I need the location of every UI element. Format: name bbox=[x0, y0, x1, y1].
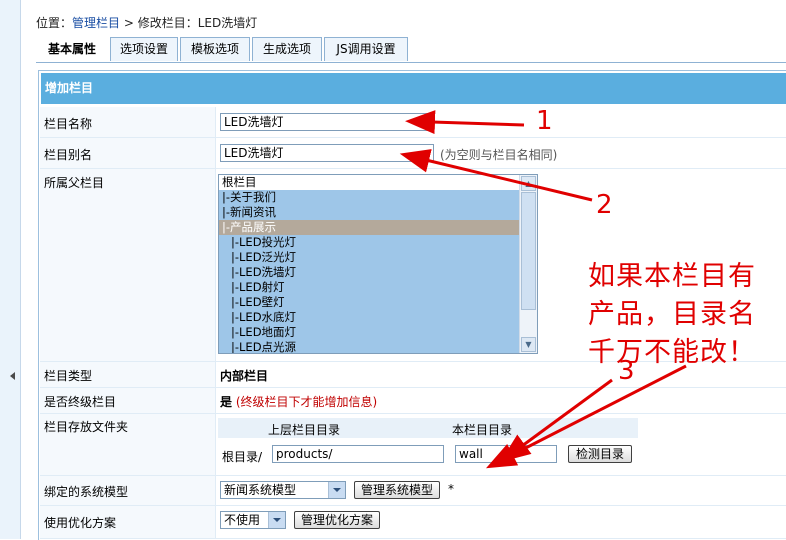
parent-option[interactable]: |-LED洗墙灯 bbox=[219, 265, 537, 280]
label-model: 绑定的系统模型 bbox=[44, 485, 129, 499]
check-dir-button[interactable]: 检测目录 bbox=[568, 445, 632, 463]
annotation-2: 2 bbox=[596, 190, 613, 220]
parent-option[interactable]: |-LED壁灯 bbox=[219, 295, 537, 310]
parent-option[interactable]: |-LED投光灯 bbox=[219, 235, 537, 250]
breadcrumb: 位置：管理栏目 > 修改栏目：LED洗墙灯 bbox=[36, 14, 257, 31]
parent-listbox[interactable]: 根栏目 |-关于我们 |-新闻资讯 |-产品展示 |-LED投光灯 |-LED泛光灯 |-L… bbox=[218, 174, 538, 354]
breadcrumb-link[interactable]: 管理栏目 bbox=[72, 16, 120, 30]
scroll-down-icon[interactable]: ▼ bbox=[521, 337, 536, 352]
parent-option[interactable]: |-关于我们 bbox=[219, 190, 537, 205]
name-input[interactable]: LED洗墙灯 bbox=[220, 113, 434, 131]
chevron-down-icon[interactable] bbox=[268, 512, 285, 528]
annotation-1: 1 bbox=[536, 106, 553, 136]
final-note: (终级栏目下才能增加信息) bbox=[235, 395, 378, 409]
type-value: 内部栏目 bbox=[220, 369, 269, 383]
folder-header: 上层栏目目录 本栏目目录 bbox=[218, 418, 638, 438]
col-parent-dir: 上层栏目目录 bbox=[268, 423, 341, 437]
root-dir-label: 根目录/ bbox=[222, 450, 263, 464]
parent-dir-input[interactable]: products/ bbox=[272, 445, 444, 463]
chevron-down-icon[interactable] bbox=[328, 482, 345, 498]
alias-hint: (为空则与栏目名相同) bbox=[440, 148, 558, 162]
label-folder: 栏目存放文件夹 bbox=[44, 420, 129, 434]
label-optimize: 使用优化方案 bbox=[44, 516, 117, 530]
label-type: 栏目类型 bbox=[44, 369, 93, 383]
tab-basic[interactable]: 基本属性 bbox=[36, 37, 108, 63]
panel-title: 增加栏目 bbox=[41, 73, 786, 104]
parent-option[interactable]: |-LED地面灯 bbox=[219, 325, 537, 340]
parent-option[interactable]: |-新闻资讯 bbox=[219, 205, 537, 220]
alias-input[interactable]: LED洗墙灯 bbox=[220, 144, 434, 162]
tab-divider bbox=[36, 62, 786, 63]
row-optimize: 使用优化方案 bbox=[40, 506, 786, 539]
parent-option[interactable]: |-LED泛光灯 bbox=[219, 250, 537, 265]
label-parent: 所属父栏目 bbox=[44, 176, 105, 190]
this-dir-input[interactable]: wall bbox=[455, 445, 557, 463]
model-selected: 新闻系统模型 bbox=[224, 483, 297, 497]
tab-js[interactable]: JS调用设置 bbox=[324, 37, 408, 61]
label-name: 栏目名称 bbox=[44, 117, 93, 131]
parent-options: 根栏目 |-关于我们 |-新闻资讯 |-产品展示 |-LED投光灯 |-LED泛光灯 |-L… bbox=[219, 175, 537, 353]
annotation-note: 如果本栏目有产品，目录名千万不能改！ bbox=[588, 261, 756, 368]
label-final: 是否终级栏目 bbox=[44, 395, 117, 409]
model-select[interactable]: 新闻系统模型 bbox=[220, 481, 346, 499]
manage-optimize-button[interactable]: 管理优化方案 bbox=[294, 511, 380, 529]
tab-options[interactable]: 选项设置 bbox=[110, 37, 178, 61]
label-alias: 栏目别名 bbox=[44, 148, 93, 162]
breadcrumb-separator: > bbox=[120, 16, 138, 30]
breadcrumb-prefix: 位置： bbox=[36, 16, 73, 30]
tab-template[interactable]: 模板选项 bbox=[180, 37, 250, 61]
listbox-scrollbar[interactable]: ▲ ▼ bbox=[519, 175, 537, 353]
scroll-thumb[interactable] bbox=[521, 192, 536, 310]
parent-option[interactable]: |-产品展示 bbox=[219, 220, 537, 235]
row-final: 是否终级栏目 bbox=[40, 388, 786, 414]
breadcrumb-current: 修改栏目：LED洗墙灯 bbox=[137, 16, 258, 30]
manage-model-button[interactable]: 管理系统模型 bbox=[354, 481, 440, 499]
scroll-up-icon[interactable]: ▲ bbox=[521, 176, 536, 191]
parent-option[interactable]: |-LED水底灯 bbox=[219, 310, 537, 325]
optimize-select[interactable]: 不使用 bbox=[220, 511, 286, 529]
left-collapse-bar[interactable] bbox=[0, 0, 21, 539]
tab-generate[interactable]: 生成选项 bbox=[252, 37, 322, 61]
required-star: * bbox=[448, 482, 454, 496]
collapse-arrow-icon[interactable] bbox=[10, 372, 15, 380]
col-this-dir: 本栏目目录 bbox=[452, 423, 513, 437]
final-value: 是 bbox=[220, 395, 233, 409]
parent-option[interactable]: |-LED点光源 bbox=[219, 340, 537, 353]
parent-option[interactable]: 根栏目 bbox=[219, 175, 537, 190]
parent-option[interactable]: |-LED射灯 bbox=[219, 280, 537, 295]
optimize-selected: 不使用 bbox=[224, 513, 261, 527]
